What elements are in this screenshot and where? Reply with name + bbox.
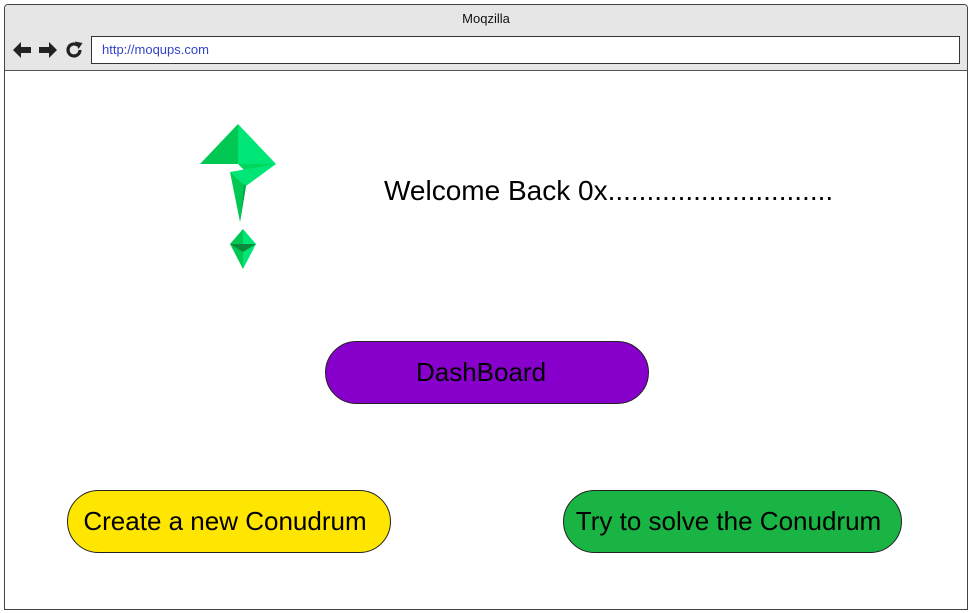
create-conundrum-button[interactable]: Create a new Conudrum: [67, 490, 391, 553]
arrow-right-icon: [38, 40, 58, 60]
browser-chrome: Moqzilla http://moqups.com: [5, 5, 967, 71]
green-question-mark-logo-icon: [200, 124, 280, 274]
browser-window: Moqzilla http://moqups.com Welcome Back …: [4, 4, 968, 610]
solve-conundrum-button-label: Try to solve the Conudrum: [575, 506, 882, 536]
arrow-left-icon: [12, 40, 32, 60]
welcome-message: Welcome Back 0x.........................…: [384, 175, 834, 206]
dashboard-button[interactable]: DashBoard: [325, 341, 649, 404]
reload-button[interactable]: [63, 39, 85, 61]
back-button[interactable]: [11, 39, 33, 61]
create-conundrum-button-label: Create a new Conudrum: [83, 506, 367, 536]
solve-conundrum-button[interactable]: Try to solve the Conudrum: [563, 490, 902, 553]
dashboard-button-label: DashBoard: [415, 357, 547, 387]
window-title: Moqzilla: [462, 11, 510, 26]
address-bar[interactable]: http://moqups.com: [91, 36, 960, 64]
forward-button[interactable]: [37, 39, 59, 61]
page-content: Welcome Back 0x.........................…: [5, 71, 967, 609]
reload-icon: [64, 40, 84, 60]
